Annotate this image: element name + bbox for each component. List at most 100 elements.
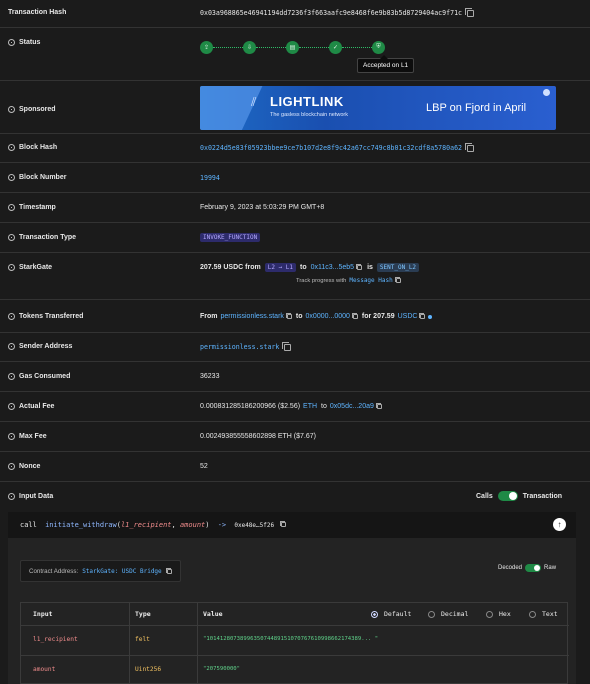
progress-connector [299, 46, 329, 48]
input-value[interactable]: "207590000" [203, 666, 240, 672]
from-word: From [200, 313, 218, 320]
row-nonce: Nonce 52 [0, 452, 590, 482]
label-block-hash: Block Hash [8, 144, 57, 151]
copy-icon[interactable] [356, 264, 363, 270]
radio-icon[interactable] [486, 610, 493, 618]
radio-icon[interactable] [371, 610, 378, 618]
function-name: initiate_withdraw [45, 521, 117, 529]
label-text: Nonce [19, 463, 41, 470]
format-text[interactable]: Text [529, 603, 558, 625]
info-icon [8, 264, 15, 271]
contract-link[interactable]: StarkGate: USDC Bridge [82, 568, 161, 575]
from-address-link[interactable]: permissionless.stark [221, 313, 284, 320]
block-hash-link[interactable]: 0x0224d5e83f05923bbee9ce7b107d2e8f9c42a6… [200, 144, 462, 152]
fee-token-link[interactable]: ETH [303, 403, 317, 410]
calls-label[interactable]: Calls [476, 493, 493, 500]
starkgate-address-link[interactable]: 0x11c3...5eb5 [311, 264, 354, 271]
transaction-label[interactable]: Transaction [523, 493, 562, 500]
check-icon[interactable]: ✓ [329, 40, 342, 54]
label-nonce: Nonce [8, 463, 40, 470]
block-number-link[interactable]: 19994 [200, 174, 220, 182]
copy-icon[interactable] [394, 277, 401, 283]
args-close: ) [205, 521, 210, 529]
row-gas-consumed: Gas Consumed 36233 [0, 362, 590, 392]
collapse-up-icon[interactable]: ↑ [553, 518, 566, 531]
copy-icon[interactable] [465, 142, 475, 152]
external-link-icon[interactable] [543, 89, 550, 96]
document-icon[interactable]: ▤ [286, 40, 299, 54]
arrow: -> [217, 521, 227, 529]
transaction-type-value: INVOKE_FUNCTION [200, 233, 261, 242]
upload-icon[interactable]: ⇪ [200, 40, 213, 54]
info-icon [8, 403, 15, 410]
decoded-raw-switch[interactable] [525, 564, 542, 572]
block-hash-value: 0x0224d5e83f05923bbee9ce7b107d2e8f9c42a6… [200, 142, 475, 152]
starkgate-value: 207.59 USDC from L2 → L1 to 0x11c3...5eb… [200, 263, 420, 272]
label-text: Tokens Transferred [19, 313, 84, 320]
format-label: Text [542, 610, 558, 618]
gas-consumed-value: 36233 [200, 373, 220, 380]
decoded-label[interactable]: Decoded [498, 565, 522, 571]
label-text: Block Number [19, 174, 67, 181]
format-decimal[interactable]: Decimal [428, 603, 468, 625]
input-value[interactable]: "101412807389963507448915107076761099866… [203, 636, 378, 642]
sender-address-link[interactable]: permissionless.stark [200, 343, 279, 351]
block-number-value: 19994 [200, 174, 220, 182]
row-actual-fee: Actual Fee 0.000831285186200966 ($2.56) … [0, 392, 590, 422]
label-text: Sender Address [19, 343, 73, 350]
track-text: Track progress with [296, 277, 347, 284]
info-icon [8, 144, 15, 151]
copy-icon[interactable] [419, 313, 426, 319]
copy-icon[interactable] [375, 403, 382, 409]
format-label: Default [384, 610, 412, 618]
to-address-link[interactable]: 0x0000...0000 [306, 313, 350, 320]
radio-icon[interactable] [428, 610, 435, 618]
banner-tagline: The gasless blockchain network [270, 112, 348, 118]
starkgate-amount: 207.59 USDC from [200, 264, 261, 271]
copy-icon[interactable] [465, 7, 475, 17]
row-transaction-hash: Transaction Hash 0x03a968865e46941194dd7… [0, 0, 590, 28]
label-actual-fee: Actual Fee [8, 403, 54, 410]
row-max-fee: Max Fee 0.002493855558602898 ETH ($7.67) [0, 422, 590, 452]
tx-type-badge: INVOKE_FUNCTION [200, 233, 261, 242]
args-separator: , [171, 521, 180, 529]
row-timestamp: Timestamp February 9, 2023 at 5:03:29 PM… [0, 193, 590, 223]
copy-icon[interactable] [282, 341, 292, 351]
info-icon [8, 39, 15, 46]
info-icon [8, 433, 15, 440]
fee-recipient-link[interactable]: 0x05dc...20a9 [330, 403, 374, 410]
copy-icon[interactable] [285, 313, 292, 319]
sponsor-banner[interactable]: ⫽ LIGHTLINK The gasless blockchain netwo… [200, 86, 556, 130]
shield-icon[interactable]: ⛨ [372, 40, 385, 54]
hash-text[interactable]: 0x03a968865e46941194dd7236f3f663aafc9e84… [200, 9, 462, 17]
radio-icon[interactable] [529, 610, 536, 618]
copy-icon[interactable] [165, 567, 172, 574]
info-icon [8, 313, 15, 320]
arg-l1-recipient: l1_recipient [120, 521, 172, 529]
label-text: Transaction Hash [8, 9, 67, 16]
download-icon[interactable]: ⇩ [243, 40, 256, 54]
info-icon [8, 493, 15, 500]
for-amount: for 207.59 [361, 313, 395, 320]
fee-amount: 0.000831285186200966 ($2.56) [200, 403, 301, 410]
call-target-link[interactable]: 0xe48e…5f26 [234, 522, 274, 529]
raw-label[interactable]: Raw [544, 565, 556, 571]
label-timestamp: Timestamp [8, 204, 56, 211]
message-hash-link[interactable]: Message Hash [349, 277, 392, 284]
call-prefix: call [20, 521, 37, 529]
progress-connector [342, 46, 372, 48]
copy-icon[interactable] [280, 521, 287, 527]
input-data-panel: Contract Address: StarkGate: USDC Bridge… [8, 538, 576, 684]
label-text: Block Hash [19, 144, 58, 151]
copy-icon[interactable] [351, 313, 358, 319]
row-status: Status [0, 28, 590, 81]
label-input-data: Input Data [8, 493, 53, 500]
format-default[interactable]: Default [371, 603, 411, 625]
token-link[interactable]: USDC [398, 313, 418, 320]
label-text: Transaction Type [19, 234, 77, 241]
track-progress: Track progress with Message Hash [296, 277, 401, 284]
calls-transaction-switch[interactable] [497, 491, 518, 501]
info-icon [8, 373, 15, 380]
format-hex[interactable]: Hex [486, 603, 511, 625]
row-sender-address: Sender Address permissionless.stark [0, 333, 590, 362]
